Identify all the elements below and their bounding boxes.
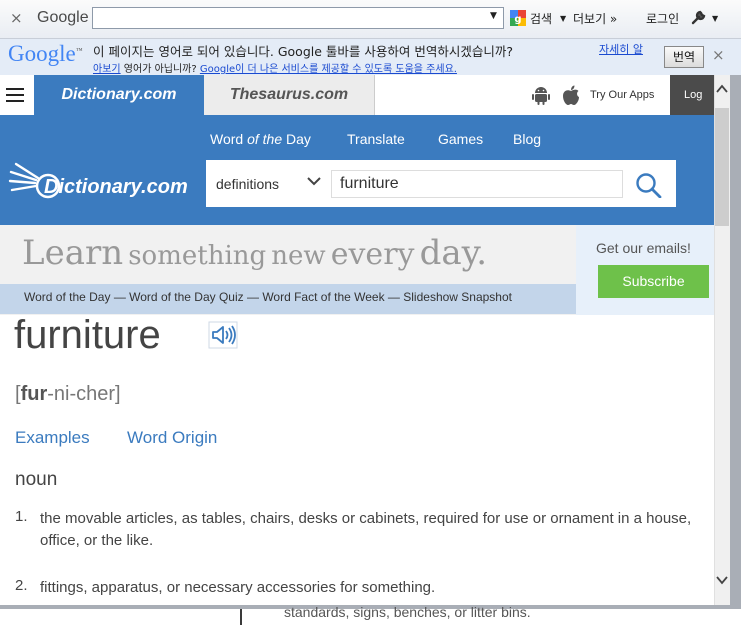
- google-g-icon: g: [510, 10, 526, 26]
- dictionary-search-input[interactable]: [331, 170, 623, 198]
- android-icon[interactable]: [531, 85, 551, 105]
- nav-word-of-the-day[interactable]: Word of the Day: [210, 131, 311, 147]
- banner-something: something: [128, 241, 267, 271]
- banner-learn: Learn: [22, 233, 124, 273]
- logo-text: Dictionary.com: [44, 176, 188, 198]
- google-search-button[interactable]: 검색: [530, 10, 552, 27]
- scroll-down-icon[interactable]: [716, 575, 728, 585]
- word-origin-link[interactable]: Word Origin: [127, 428, 217, 448]
- not-english-text: 영어가 아닙니까?: [123, 64, 197, 75]
- pron-stress: fur: [20, 383, 48, 405]
- scrollbar-thumb[interactable]: [715, 108, 729, 226]
- nav-wotd-post: Day: [282, 131, 311, 147]
- apple-icon[interactable]: [561, 84, 581, 106]
- email-signup-title: Get our emails!: [596, 240, 691, 256]
- try-our-apps-link[interactable]: Try Our Apps: [590, 89, 654, 101]
- toolbar-login-button[interactable]: 로그인: [646, 10, 679, 27]
- speaker-icon[interactable]: [208, 321, 238, 349]
- dictionary-logo[interactable]: Dictionary.com: [8, 160, 198, 200]
- toolbar-close-icon[interactable]: ×: [10, 9, 26, 27]
- background-divider: [240, 609, 242, 625]
- login-button[interactable]: Log In: [670, 75, 714, 115]
- translate-close-icon[interactable]: ×: [712, 46, 725, 64]
- search-type-select[interactable]: definitions: [216, 176, 279, 192]
- popup-frame-right: [730, 75, 741, 610]
- wrench-icon[interactable]: [691, 9, 707, 25]
- pron-close: ]: [115, 383, 121, 405]
- nav-wotd-pre: Word: [210, 131, 248, 147]
- subscribe-button[interactable]: Subscribe: [598, 265, 709, 298]
- google-logo-text: Google: [8, 41, 76, 66]
- definition-text: the movable articles, as tables, chairs,…: [40, 510, 692, 549]
- part-of-speech: noun: [15, 469, 58, 490]
- definition-text: fittings, apparatus, or necessary access…: [40, 579, 436, 596]
- scroll-up-icon[interactable]: [716, 84, 728, 94]
- google-search-input[interactable]: [92, 7, 504, 29]
- definition-number: 2.: [15, 577, 28, 594]
- settings-caret-icon[interactable]: ▼: [712, 14, 718, 23]
- help-improve-link[interactable]: Google이 더 나은 서비스를 제공할 수 있도록 도움을 주세요.: [200, 64, 457, 75]
- pronunciation: [fur-ni-cher]: [15, 383, 121, 406]
- nav-wotd-em: of the: [247, 131, 283, 147]
- banner-headline: Learn something new every day.: [22, 233, 487, 273]
- svg-text:g: g: [514, 14, 521, 25]
- details-link-cont[interactable]: 아보기: [93, 64, 121, 75]
- toolbar-more-button[interactable]: 더보기 »: [573, 10, 617, 27]
- search-icon[interactable]: [634, 172, 662, 198]
- background-page-text: standards, signs, benches, or litter bin…: [284, 604, 531, 620]
- banner-day: day.: [419, 233, 488, 273]
- translate-message: 이 페이지는 영어로 되어 있습니다. Google 툴바를 사용하여 번역하시…: [93, 41, 663, 60]
- pron-rest: -ni-cher: [47, 383, 116, 405]
- details-link[interactable]: 자세히 알: [599, 41, 643, 57]
- nav-blog[interactable]: Blog: [513, 131, 541, 147]
- tab-dictionary[interactable]: Dictionary.com: [34, 75, 204, 115]
- chevron-down-icon[interactable]: [307, 176, 321, 186]
- banner-new: new: [271, 241, 326, 271]
- translate-prompt: 이 페이지는 영어로 되어 있습니다. Google 툴바를 사용하여 번역하시…: [93, 44, 513, 59]
- examples-link[interactable]: Examples: [15, 428, 90, 448]
- google-toolbar-logo: Google: [37, 9, 89, 26]
- translate-line2: 아보기 영어가 아닙니까? Google이 더 나은 서비스를 제공할 수 있도…: [93, 60, 457, 75]
- search-history-dropdown-icon[interactable]: ▼: [490, 11, 497, 21]
- definition-number: 1.: [15, 508, 28, 525]
- tab-thesaurus[interactable]: Thesaurus.com: [204, 75, 375, 115]
- hamburger-menu-icon[interactable]: [6, 88, 24, 102]
- nav-games[interactable]: Games: [438, 131, 483, 147]
- nav-translate[interactable]: Translate: [347, 131, 405, 147]
- banner-links[interactable]: Word of the Day — Word of the Day Quiz —…: [24, 290, 512, 304]
- banner-every: every: [330, 237, 415, 272]
- search-options-caret-icon[interactable]: ▼: [560, 14, 566, 23]
- headword: furniture: [14, 313, 161, 357]
- google-logo: Google™: [8, 41, 83, 66]
- translate-button[interactable]: 번역: [664, 46, 704, 68]
